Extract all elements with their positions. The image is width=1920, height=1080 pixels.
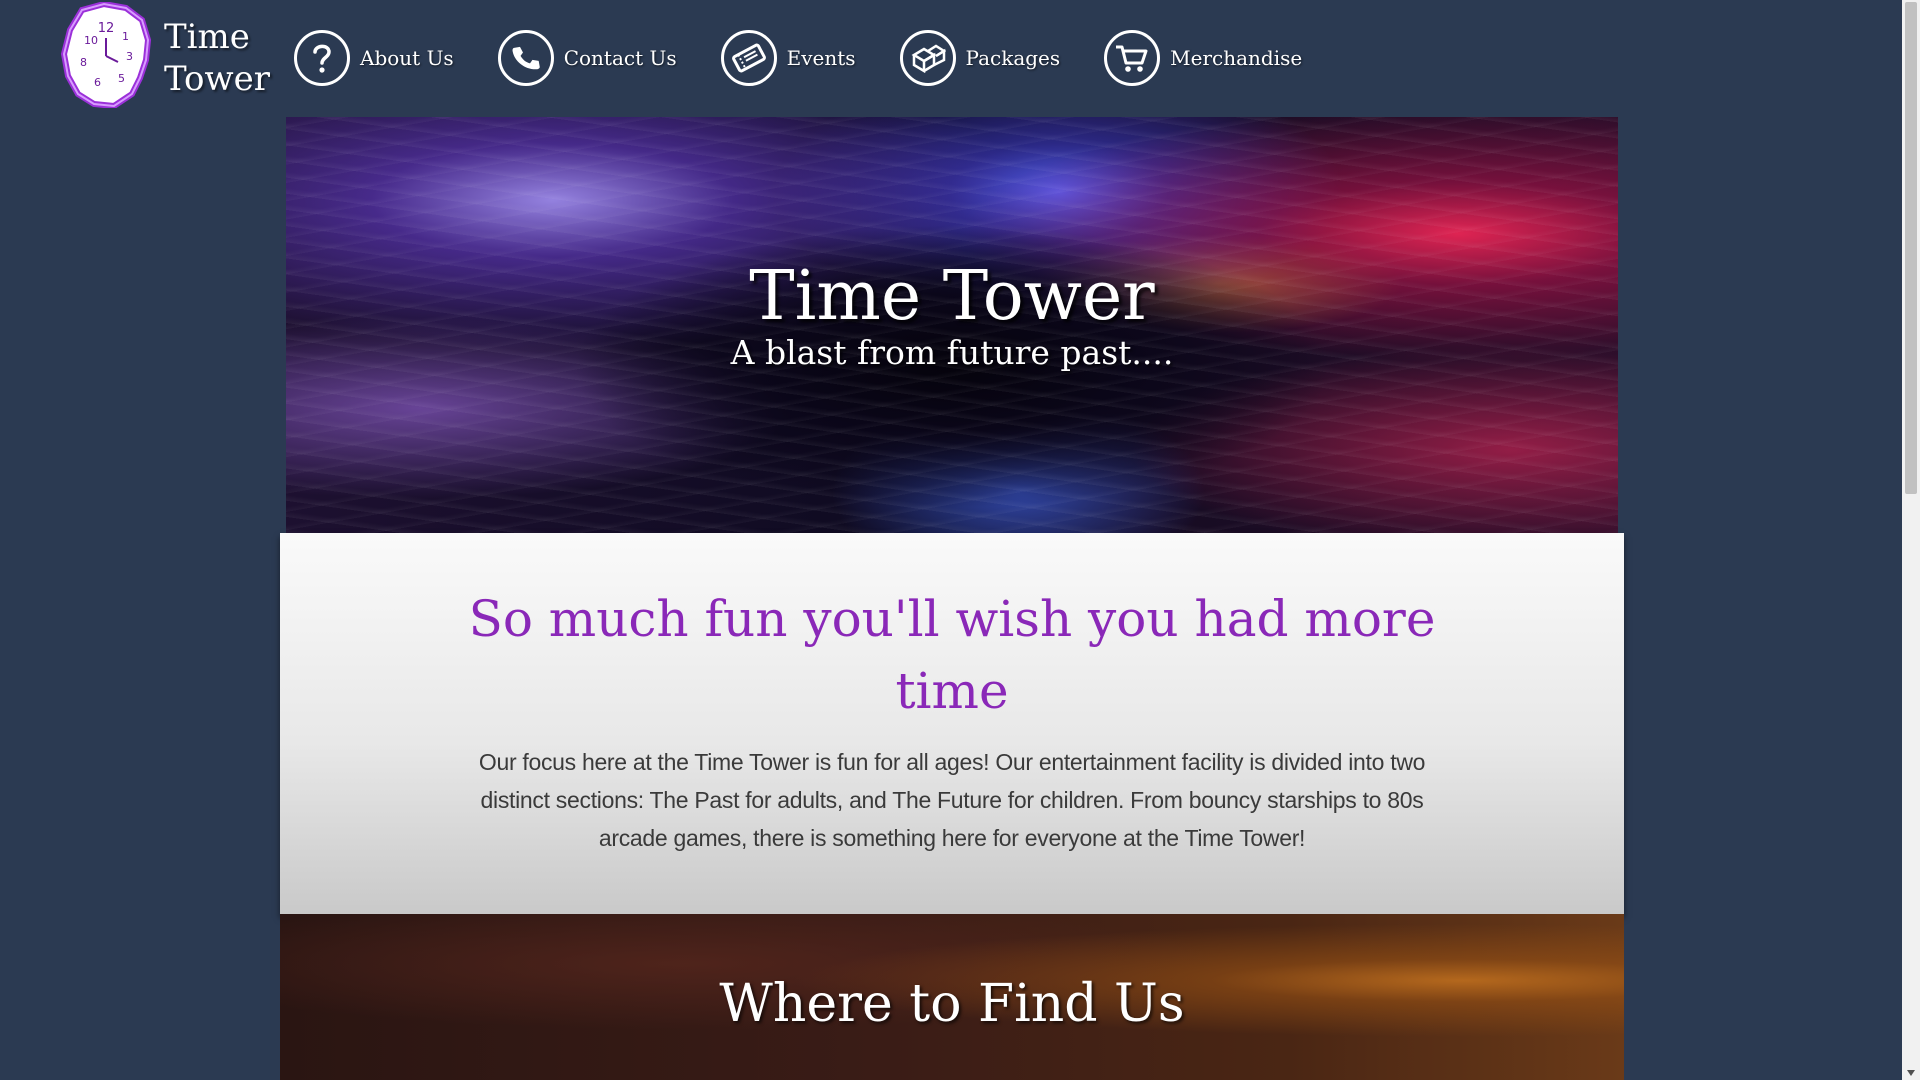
hero-title: Time Tower: [749, 257, 1155, 336]
svg-text:1: 1: [122, 30, 129, 43]
intro-section: So much fun you'll wish you had more tim…: [280, 533, 1624, 914]
nav-label: Contact Us: [563, 46, 677, 70]
page-scrollbar[interactable]: [1902, 0, 1920, 1080]
hero-subtitle: A blast from future past....: [730, 333, 1174, 372]
melting-clock-icon[interactable]: 12 10 8 6 5 3 1: [60, 0, 152, 110]
svg-text:3: 3: [126, 50, 133, 63]
nav-label: Events: [786, 46, 856, 70]
question-icon: [294, 30, 350, 86]
nav-item-merchandise[interactable]: Merchandise: [1104, 30, 1302, 86]
phone-icon: [497, 30, 554, 86]
scroll-down-arrow-icon[interactable]: [1907, 1070, 1915, 1076]
intro-heading: So much fun you'll wish you had more tim…: [468, 590, 1436, 720]
main-nav: About Us Contact Us Events Packages Merc…: [294, 30, 1346, 86]
nav-item-events[interactable]: Events: [720, 30, 856, 86]
intro-body: Our focus here at the Time Tower is fun …: [478, 749, 1426, 851]
nav-label: Merchandise: [1170, 46, 1303, 70]
find-us-heading: Where to Find Us: [719, 974, 1185, 1034]
brand-line-2: Tower: [164, 59, 270, 99]
hero-banner: Time Tower A blast from future past....: [286, 117, 1618, 533]
cart-icon: [1104, 30, 1161, 86]
svg-text:6: 6: [94, 76, 101, 89]
brand-line-1: Time: [164, 17, 250, 57]
packages-icon: [899, 30, 956, 86]
svg-text:8: 8: [80, 56, 87, 69]
brand-name[interactable]: Time Tower: [164, 16, 270, 100]
page: 12 10 8 6 5 3 1 Time Tower About Us Cont…: [0, 0, 1920, 1080]
nav-label: Packages: [965, 46, 1061, 70]
svg-text:5: 5: [118, 72, 125, 85]
nav-label: About Us: [360, 46, 454, 70]
svg-text:12: 12: [98, 21, 115, 36]
nav-item-about-us[interactable]: About Us: [294, 30, 454, 86]
svg-text:10: 10: [84, 34, 98, 47]
find-us-section: Where to Find Us: [280, 914, 1624, 1080]
scrollbar-thumb[interactable]: [1905, 2, 1917, 494]
nav-item-packages[interactable]: Packages: [899, 30, 1061, 86]
site-header: 12 10 8 6 5 3 1 Time Tower About Us Cont…: [0, 0, 1900, 117]
nav-item-contact-us[interactable]: Contact Us: [497, 30, 677, 86]
ticket-icon: [720, 30, 777, 86]
